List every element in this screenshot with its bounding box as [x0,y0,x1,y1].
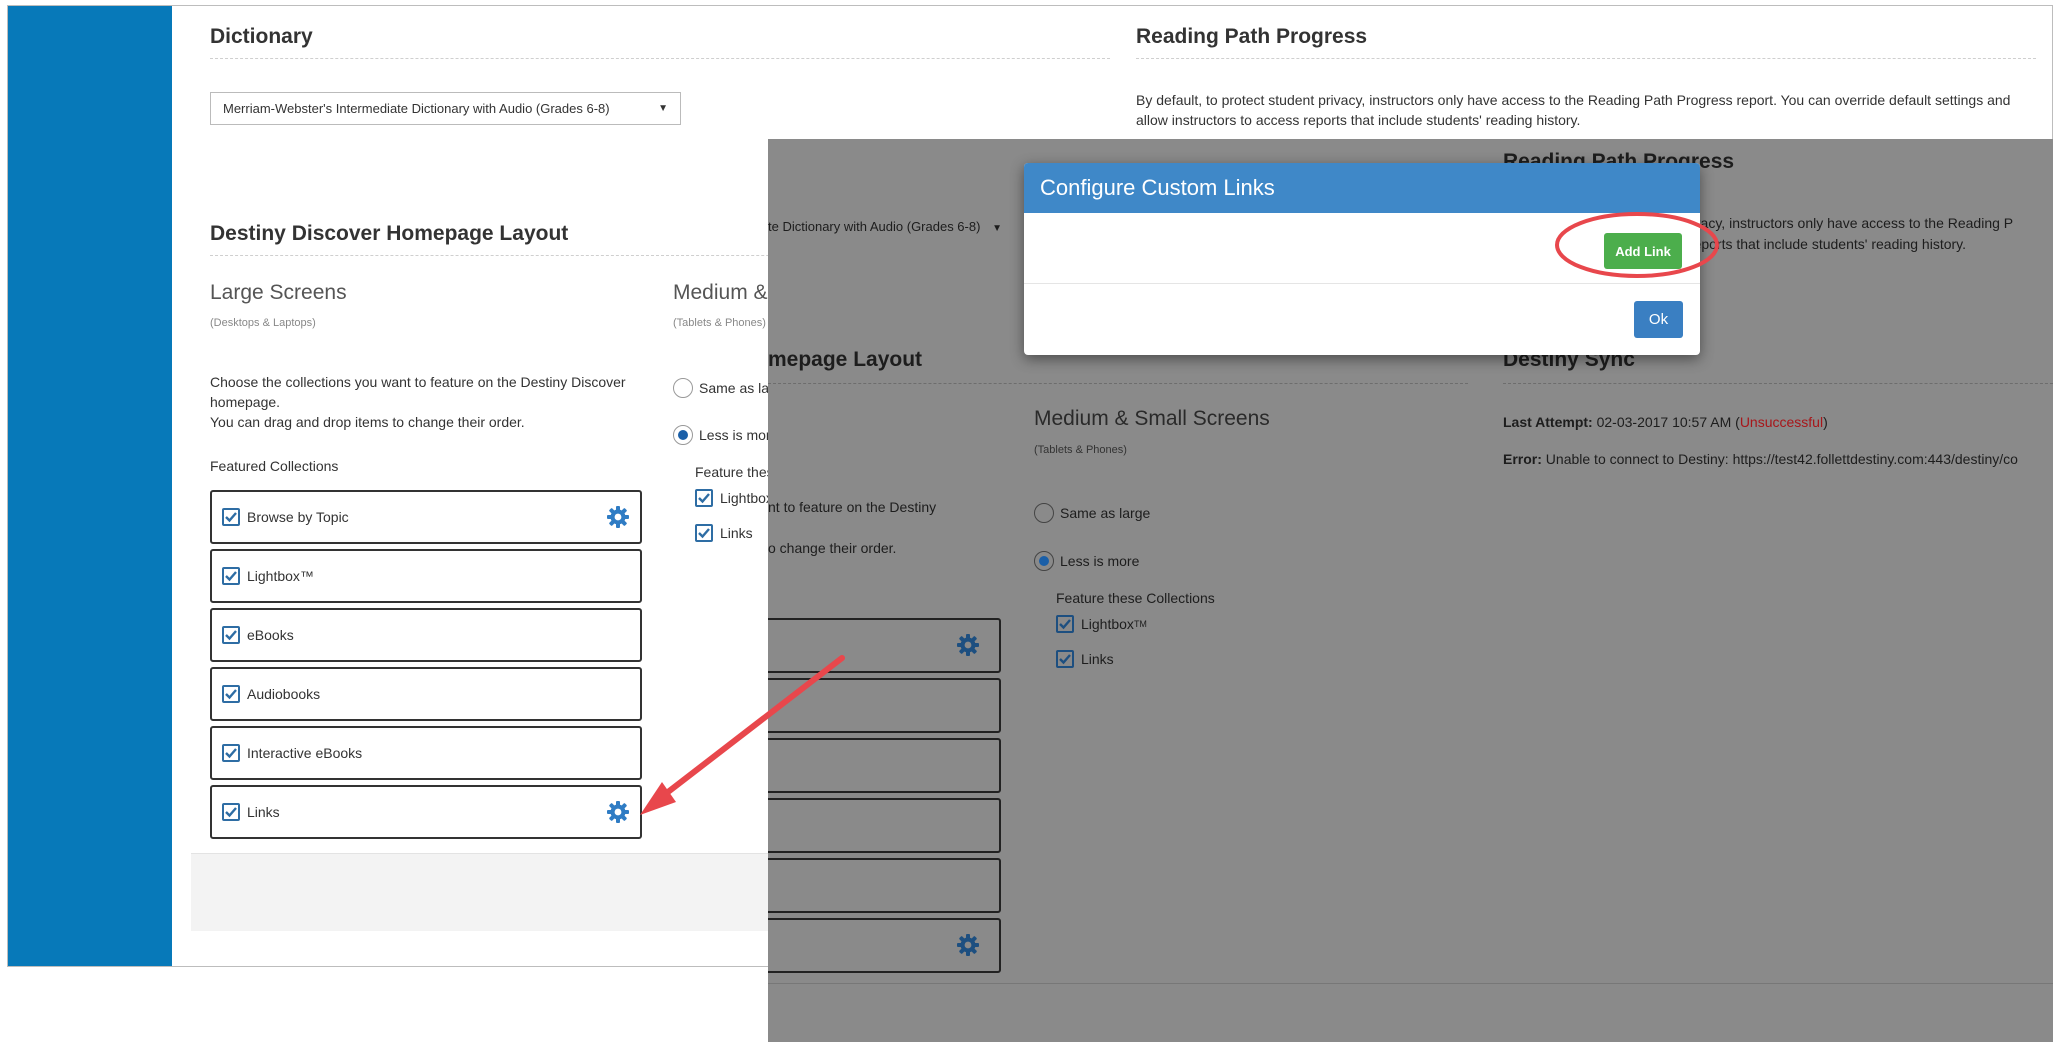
highlight-circle [1555,212,1719,278]
annotation-arrow-line [652,655,845,805]
annotation-layer [640,212,1719,815]
